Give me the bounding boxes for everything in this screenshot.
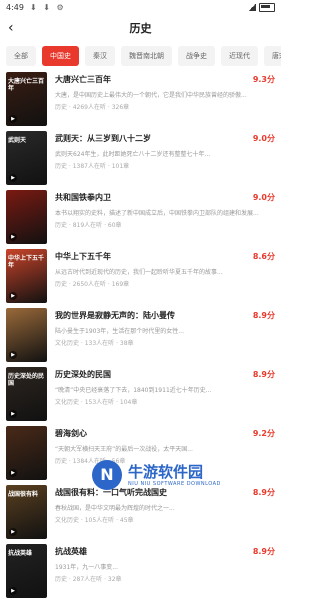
play-icon[interactable]: ▶ <box>9 174 17 182</box>
play-icon[interactable]: ▶ <box>9 292 17 300</box>
play-icon[interactable]: ▶ <box>9 587 17 595</box>
book-cover[interactable]: 战国很有料 ▶ <box>6 485 47 539</box>
battery-icon <box>259 2 275 12</box>
watermark-title: 牛游软件园 <box>128 463 204 481</box>
book-title: 武则天：从三岁到八十二岁 <box>55 134 151 143</box>
cover-title: 战国很有料 <box>8 491 39 498</box>
tab-chinese-history[interactable]: 中国史 <box>42 46 79 66</box>
book-description: 陆小曼生于1903年，生活在那个时代里的女性... <box>55 328 184 335</box>
book-title: 大唐兴亡三百年 <box>55 75 111 84</box>
book-score: 9.2分 <box>252 429 275 438</box>
book-score: 8.9分 <box>252 311 275 320</box>
book-meta: 文化历史 · 153人在听 · 104章 <box>55 399 138 406</box>
book-description: “天朝大军横扫天王府”的最后一次战役，太平天国... <box>55 446 193 453</box>
book-info: 中华上下五千年 8.6分从远古时代到近现代的历史，我们一起聆听华夏五千年的故事..… <box>47 249 275 306</box>
book-description: 1931年，九一八事变... <box>55 564 118 571</box>
watermark-logo-icon: N <box>92 460 122 490</box>
download-icon: ⬇ ⬇ ⚙ <box>29 2 66 12</box>
book-meta: 历史 · 1387人在听 · 101章 <box>55 163 130 170</box>
tab-wei-jin[interactable]: 魏晋南北朝 <box>121 46 172 66</box>
play-icon[interactable]: ▶ <box>9 351 17 359</box>
list-item[interactable]: 大唐兴亡三百年 ▶ 大唐兴亡三百年 9.3分大唐，是中国历史上最伟大的一个朝代，它是我… <box>6 72 275 129</box>
book-meta: 历史 · 2650人在听 · 169章 <box>55 281 130 288</box>
book-meta: 历史 · 819人在听 · 60章 <box>55 222 122 229</box>
book-title: 历史深处的民国 <box>55 370 111 379</box>
book-info: 共和国铁拳内卫 9.0分本书以翔实的史料，描述了新中国成立后，中国铁拳内卫部队的组… <box>47 190 275 247</box>
cover-title: 大唐兴亡三百年 <box>8 78 45 92</box>
tab-qin-han[interactable]: 秦汉 <box>85 46 115 66</box>
list-item[interactable]: ▶ 我的世界是寂静无声的：陆小曼传 8.9分陆小曼生于1903年，生活在那个时代里的… <box>6 308 275 365</box>
book-score: 9.0分 <box>252 134 275 143</box>
status-time: 4:49 <box>6 2 24 12</box>
page-title: 历史 <box>129 22 152 35</box>
book-score: 9.0分 <box>252 193 275 202</box>
back-icon[interactable]: ‹ <box>8 20 14 36</box>
tab-modern[interactable]: 近现代 <box>221 46 258 66</box>
book-title: 抗战英雄 <box>55 547 87 556</box>
book-title: 共和国铁拳内卫 <box>55 193 111 202</box>
book-list: 大唐兴亡三百年 ▶ 大唐兴亡三百年 9.3分大唐，是中国历史上最伟大的一个朝代，它是我… <box>0 72 281 601</box>
cover-title: 抗战英雄 <box>8 550 33 557</box>
book-info: 抗战英雄 8.9分 1931年，九一八事变... 历史 · 287人在听 · 32章 <box>47 544 275 601</box>
book-score: 8.6分 <box>252 252 275 261</box>
book-cover[interactable]: 中华上下五千年 ▶ <box>6 249 47 303</box>
category-tabs: 全部 中国史 秦汉 魏晋南北朝 战争史 近现代 唐宋 <box>0 42 281 72</box>
book-description: 武则天624年生，此时距她死亡八十二岁还有整整七十年... <box>55 151 211 158</box>
list-item[interactable]: 抗战英雄 ▶ 抗战英雄 8.9分 1931年，九一八事变... 历史 · 287人在听 ·… <box>6 544 275 601</box>
list-item[interactable]: 历史深处的民国 ▶ 历史深处的民国 8.9分 “晚清”中央已经衰落了下去，1840到19… <box>6 367 275 424</box>
book-description: “晚清”中央已经衰落了下去，1840到1911近七十年历史... <box>55 387 212 394</box>
book-cover[interactable]: 武则天 ▶ <box>6 131 47 185</box>
book-cover[interactable]: ▶ <box>6 308 47 362</box>
book-meta: 文化历史 · 105人在听 · 45章 <box>55 517 134 524</box>
book-description: 大唐，是中国历史上最伟大的一个朝代，它是我们中华民族曾经的骄傲... <box>55 92 247 99</box>
page-header: ‹ 历史 <box>0 14 281 42</box>
book-description: 本书以翔实的史料，描述了新中国成立后，中国铁拳内卫部队的组建和发展... <box>55 210 259 217</box>
watermark: N 牛游软件园 NIU NIU SOFTWARE DOWNLOAD <box>92 454 278 496</box>
book-cover[interactable]: 大唐兴亡三百年 ▶ <box>6 72 47 126</box>
play-icon[interactable]: ▶ <box>9 469 17 477</box>
book-cover[interactable]: ▶ <box>6 426 47 480</box>
book-title: 碧海剑心 <box>55 429 87 438</box>
status-right-icons <box>248 2 275 12</box>
cover-title: 历史深处的民国 <box>8 373 45 387</box>
play-icon[interactable]: ▶ <box>9 410 17 418</box>
list-item[interactable]: 武则天 ▶ 武则天：从三岁到八十二岁 9.0分武则天624年生，此时距她死亡八十二岁还… <box>6 131 275 188</box>
tab-tang-song[interactable]: 唐宋 <box>264 46 281 66</box>
cover-title: 武则天 <box>8 137 27 144</box>
book-title: 我的世界是寂静无声的：陆小曼传 <box>55 311 175 320</box>
signal-icon <box>248 3 256 11</box>
book-cover[interactable]: ▶ <box>6 190 47 244</box>
play-icon[interactable]: ▶ <box>9 528 17 536</box>
book-score: 8.9分 <box>252 370 275 379</box>
book-info: 武则天：从三岁到八十二岁 9.0分武则天624年生，此时距她死亡八十二岁还有整整七… <box>47 131 275 188</box>
book-score: 9.3分 <box>252 75 275 84</box>
play-icon[interactable]: ▶ <box>9 115 17 123</box>
list-item[interactable]: ▶ 共和国铁拳内卫 9.0分本书以翔实的史料，描述了新中国成立后，中国铁拳内卫部队的… <box>6 190 275 247</box>
book-description: 春秋战国，是中华文明最为辉煌的时代之一... <box>55 505 175 512</box>
book-cover[interactable]: 抗战英雄 ▶ <box>6 544 47 598</box>
tab-all[interactable]: 全部 <box>6 46 36 66</box>
book-description: 从远古时代到近现代的历史，我们一起聆听华夏五千年的故事... <box>55 269 223 276</box>
play-icon[interactable]: ▶ <box>9 233 17 241</box>
book-info: 我的世界是寂静无声的：陆小曼传 8.9分陆小曼生于1903年，生活在那个时代里的女… <box>47 308 275 365</box>
watermark-subtitle: NIU NIU SOFTWARE DOWNLOAD <box>128 481 221 487</box>
book-meta: 历史 · 4269人在听 · 326章 <box>55 104 130 111</box>
status-bar: 4:49 ⬇ ⬇ ⚙ <box>0 0 281 14</box>
book-cover[interactable]: 历史深处的民国 ▶ <box>6 367 47 421</box>
book-title: 中华上下五千年 <box>55 252 111 261</box>
book-score: 8.9分 <box>252 547 275 556</box>
list-item[interactable]: 中华上下五千年 ▶ 中华上下五千年 8.6分从远古时代到近现代的历史，我们一起聆听华夏… <box>6 249 275 306</box>
tab-war-history[interactable]: 战争史 <box>178 46 215 66</box>
book-info: 历史深处的民国 8.9分 “晚清”中央已经衰落了下去，1840到1911近七十年历史… <box>47 367 275 424</box>
cover-title: 中华上下五千年 <box>8 255 45 269</box>
book-meta: 文化历史 · 133人在听 · 38章 <box>55 340 134 347</box>
book-meta: 历史 · 287人在听 · 32章 <box>55 576 122 583</box>
book-info: 大唐兴亡三百年 9.3分大唐，是中国历史上最伟大的一个朝代，它是我们中华民族曾经的… <box>47 72 275 129</box>
